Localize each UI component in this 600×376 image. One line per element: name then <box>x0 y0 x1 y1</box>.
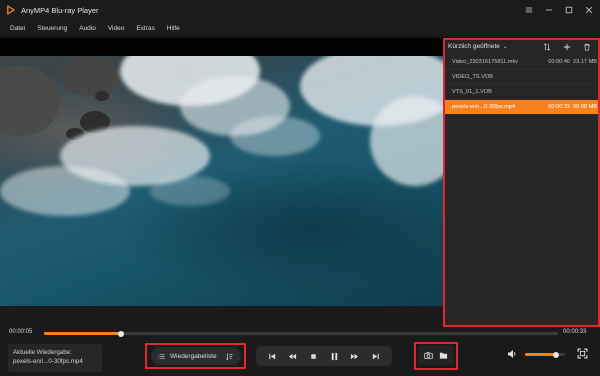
menu-video[interactable]: Video <box>108 25 125 32</box>
total-time: 00:00:33 <box>563 329 587 335</box>
snapshot-controls <box>418 345 454 365</box>
menu-hilfe[interactable]: Hilfe <box>167 25 180 32</box>
list-item[interactable]: VIDEO_TS.VOB <box>443 70 600 85</box>
recent-files-panel: Kürzlich geöffnete ⌄ Video_230316175811.… <box>443 38 600 327</box>
menu-steuerung[interactable]: Steuerung <box>37 25 67 32</box>
seek-bar[interactable] <box>44 330 558 337</box>
minimize-icon[interactable] <box>544 5 554 15</box>
add-icon[interactable] <box>562 42 571 51</box>
progress-row: 00:00:05 00:00:33 <box>0 327 600 340</box>
camera-icon[interactable] <box>423 349 435 361</box>
file-name: pexels-enri...0-30fps.mp4 <box>452 104 516 110</box>
video-area[interactable] <box>0 38 446 306</box>
video-frame <box>0 56 446 306</box>
menu-extras[interactable]: Extras <box>136 25 154 32</box>
menu-audio[interactable]: Audio <box>79 25 96 32</box>
fullscreen-icon[interactable] <box>577 348 588 359</box>
list-item[interactable]: Video_230316175811.mkv 00:00:40 23.17 MB <box>443 55 600 70</box>
previous-icon[interactable] <box>266 350 278 362</box>
menu-bar: Datei Steuerung Audio Video Extras Hilfe <box>0 20 600 38</box>
seek-handle[interactable] <box>118 330 125 337</box>
trash-icon[interactable] <box>582 42 591 51</box>
window-controls <box>524 0 594 20</box>
close-icon[interactable] <box>584 5 594 15</box>
folder-icon[interactable] <box>438 349 450 361</box>
panel-header: Kürzlich geöffnete ⌄ <box>443 38 600 55</box>
chevron-down-icon[interactable]: ⌄ <box>503 44 508 50</box>
file-name: VIDEO_TS.VOB <box>452 74 494 80</box>
file-size: 98.08 MB <box>573 104 597 110</box>
volume-slider[interactable] <box>525 351 565 358</box>
app-logo-icon <box>7 5 15 15</box>
menu-icon[interactable] <box>524 5 534 15</box>
list-icon <box>157 352 165 360</box>
panel-tools <box>542 38 591 55</box>
playlist-sort-icon[interactable] <box>226 352 234 360</box>
volume-slider-fill <box>525 353 557 356</box>
seek-bar-fill <box>44 332 122 335</box>
file-duration: 00:00:33 <box>548 104 571 110</box>
file-name: VTS_01_1.VOB <box>452 89 492 95</box>
title-bar: AnyMP4 Blu-ray Player <box>0 0 600 20</box>
maximize-icon[interactable] <box>564 5 574 15</box>
now-playing-label: Aktuelle Wiedergabe: <box>13 349 72 356</box>
list-item[interactable]: VTS_01_1.VOB <box>443 85 600 100</box>
list-item-active[interactable]: pexels-enri...0-30fps.mp4 00:00:33 98.08… <box>443 100 600 115</box>
now-playing-file: pexels-enri...0-30fps.mp4 <box>13 358 83 365</box>
menu-datei[interactable]: Datei <box>10 25 25 32</box>
rewind-icon[interactable] <box>287 350 299 362</box>
sort-icon[interactable] <box>542 42 551 51</box>
file-size: 23.17 MB <box>573 59 597 65</box>
pause-icon[interactable] <box>328 350 340 362</box>
file-name: Video_230316175811.mkv <box>452 59 519 65</box>
playlist-button-label: Wiedergabeliste <box>170 352 217 360</box>
stop-icon[interactable] <box>308 350 320 362</box>
now-playing-box: Aktuelle Wiedergabe: pexels-enri...0-30f… <box>8 344 102 372</box>
transport-controls <box>256 346 392 366</box>
fast-forward-icon[interactable] <box>349 350 361 362</box>
recent-files-title[interactable]: Kürzlich geöffnete <box>448 43 500 50</box>
volume-icon[interactable] <box>507 349 517 359</box>
volume-handle[interactable] <box>553 351 560 358</box>
app-title: AnyMP4 Blu-ray Player <box>21 5 99 15</box>
current-time: 00:00:05 <box>9 329 33 335</box>
file-duration: 00:00:40 <box>548 59 571 65</box>
next-icon[interactable] <box>370 350 382 362</box>
playlist-button[interactable]: Wiedergabeliste <box>151 347 241 365</box>
